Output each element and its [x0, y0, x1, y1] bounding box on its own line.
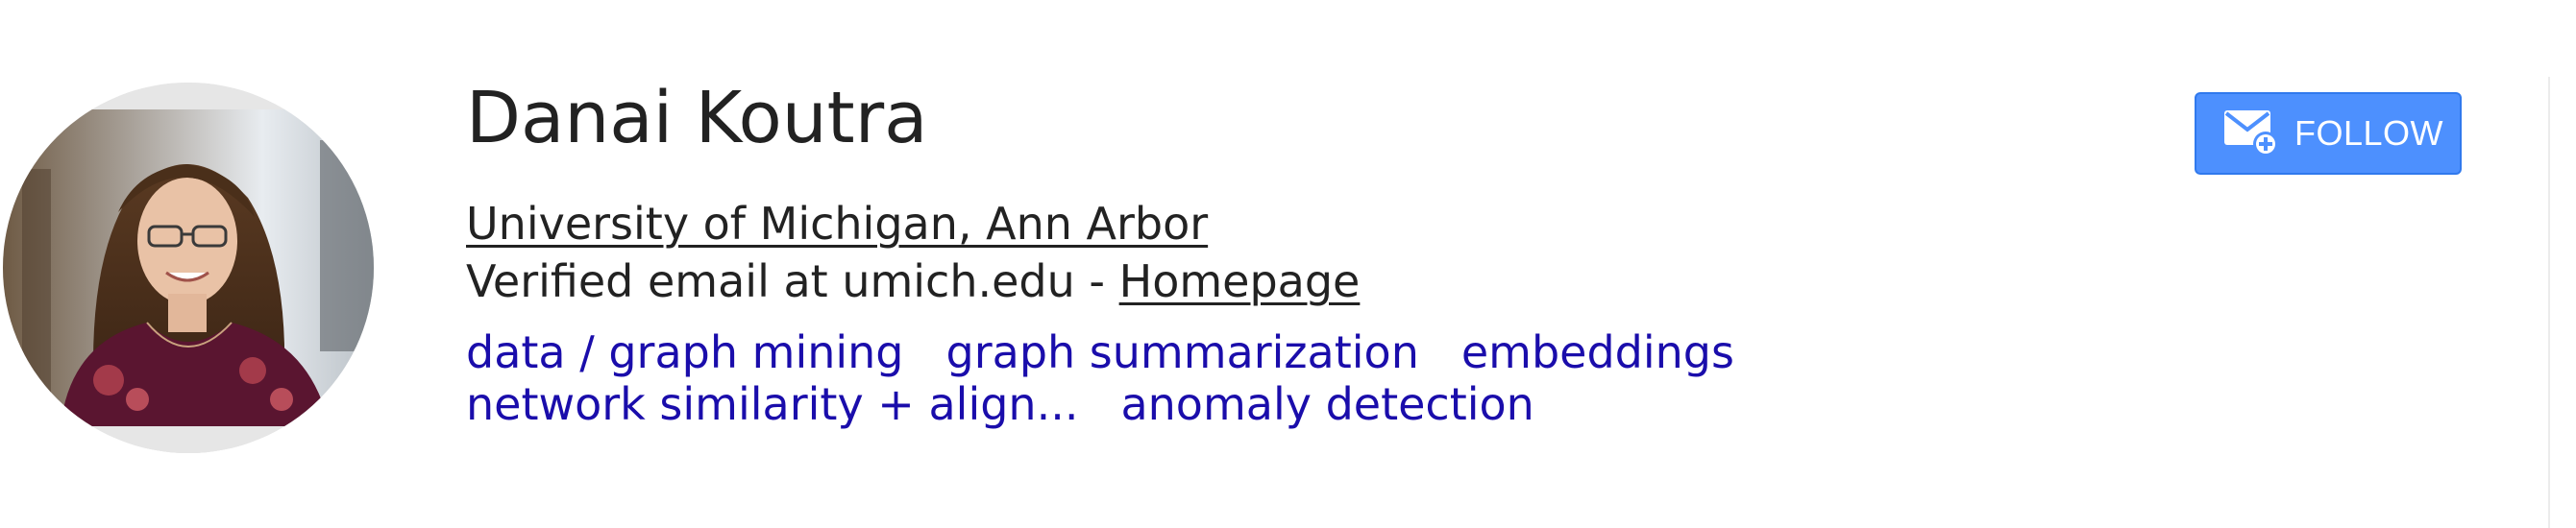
interest-link[interactable]: anomaly detection — [1120, 378, 1533, 430]
interest-link[interactable]: embeddings — [1461, 326, 1734, 378]
interest-link[interactable]: graph summarization — [946, 326, 1419, 378]
follow-button[interactable]: FOLLOW — [2195, 92, 2462, 175]
affiliation-link[interactable]: University of Michigan, Ann Arbor — [466, 198, 1208, 251]
follow-label: FOLLOW — [2294, 113, 2444, 153]
divider — [2548, 77, 2550, 528]
homepage-link[interactable]: Homepage — [1119, 255, 1361, 307]
mail-plus-icon — [2224, 110, 2278, 156]
interest-link[interactable]: network similarity + align... — [466, 378, 1078, 430]
interest-link[interactable]: data / graph mining — [466, 326, 904, 378]
verified-email-text: Verified email at umich.edu - — [466, 255, 1119, 307]
portrait-image — [3, 83, 374, 453]
profile-photo — [3, 83, 374, 453]
email-line: Verified email at umich.edu - Homepage — [466, 255, 1360, 308]
research-interests: data / graph mining graph summarization em… — [466, 326, 2340, 430]
profile-name: Danai Koutra — [466, 77, 928, 159]
